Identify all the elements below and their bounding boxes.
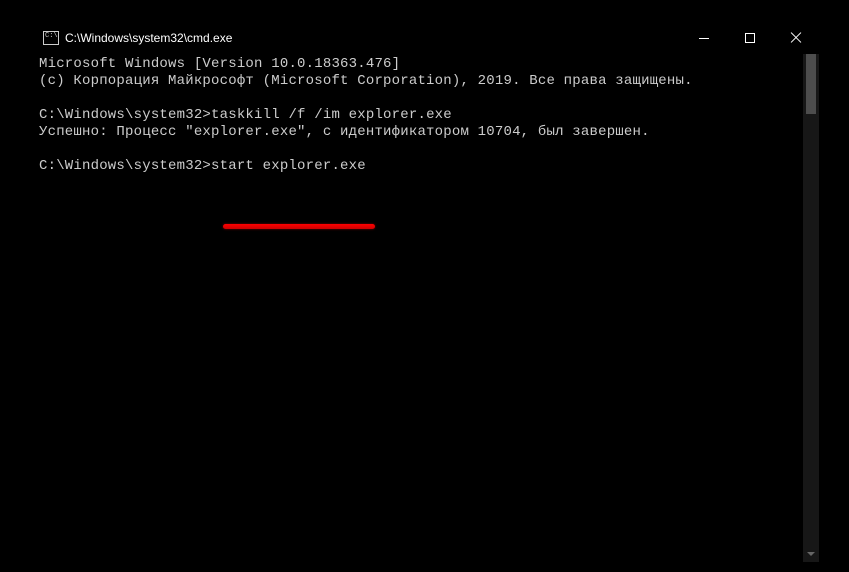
window-title: C:\Windows\system32\cmd.exe	[65, 31, 232, 45]
scroll-down-button[interactable]	[803, 546, 819, 562]
maximize-icon	[745, 33, 755, 43]
blank-line	[39, 141, 799, 158]
close-button[interactable]	[773, 22, 819, 54]
output-line: (c) Корпорация Майкрософт (Microsoft Cor…	[39, 73, 799, 90]
prompt-path: C:\Windows\system32>	[39, 158, 211, 174]
cmd-window: C:\Windows\system32\cmd.exe Microsoft Wi…	[35, 22, 819, 562]
blank-line	[39, 90, 799, 107]
terminal-content[interactable]: Microsoft Windows [Version 10.0.18363.47…	[35, 54, 803, 562]
maximize-button[interactable]	[727, 22, 773, 54]
prompt-line: C:\Windows\system32>taskkill /f /im expl…	[39, 107, 799, 124]
close-icon	[790, 32, 802, 44]
command-text: taskkill /f /im explorer.exe	[211, 107, 452, 123]
command-text: start explorer.exe	[211, 158, 366, 174]
window-controls	[681, 22, 819, 54]
minimize-icon	[699, 38, 709, 39]
output-line: Microsoft Windows [Version 10.0.18363.47…	[39, 56, 799, 73]
prompt-line: C:\Windows\system32>start explorer.exe	[39, 158, 799, 175]
minimize-button[interactable]	[681, 22, 727, 54]
scroll-thumb[interactable]	[806, 54, 816, 114]
chevron-down-icon	[807, 552, 815, 556]
terminal-body: Microsoft Windows [Version 10.0.18363.47…	[35, 54, 819, 562]
prompt-path: C:\Windows\system32>	[39, 107, 211, 123]
vertical-scrollbar[interactable]	[803, 54, 819, 562]
output-line: Успешно: Процесс "explorer.exe", с идент…	[39, 124, 799, 141]
highlight-annotation	[223, 224, 375, 229]
titlebar-left: C:\Windows\system32\cmd.exe	[43, 31, 232, 45]
cmd-icon	[43, 31, 59, 45]
titlebar[interactable]: C:\Windows\system32\cmd.exe	[35, 22, 819, 54]
